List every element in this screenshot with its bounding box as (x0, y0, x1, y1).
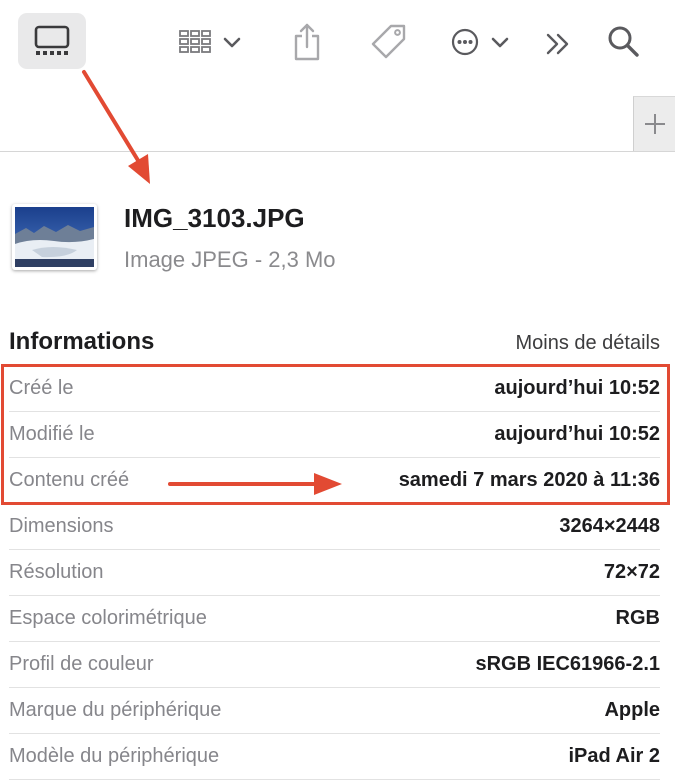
info-label: Profil de couleur (9, 653, 154, 675)
info-row-color-space: Espace colorimétrique RGB (9, 596, 660, 642)
photo-thumbnail-icon (15, 207, 94, 267)
search-button[interactable] (602, 20, 644, 62)
gallery-view-button[interactable] (18, 13, 86, 69)
share-icon (294, 23, 320, 61)
info-row-device-make: Marque du périphérique Apple (9, 688, 660, 734)
info-section-title: Informations (9, 328, 155, 355)
file-name: IMG_3103.JPG (124, 203, 305, 233)
info-value: sRGB IEC61966-2.1 (475, 653, 660, 675)
chevron-down-icon (223, 37, 241, 48)
tag-button[interactable] (366, 20, 412, 64)
info-row-resolution: Résolution 72×72 (9, 550, 660, 596)
info-label: Résolution (9, 561, 104, 583)
info-value: Apple (604, 699, 660, 721)
annotation-arrow-icon (82, 70, 150, 184)
row-divider (9, 779, 660, 780)
tag-icon (371, 24, 406, 59)
less-details-button[interactable]: Moins de détails (515, 332, 660, 355)
more-actions-button[interactable] (444, 22, 516, 62)
info-value: RGB (615, 607, 660, 629)
grid-view-icon (179, 30, 211, 53)
file-thumbnail (12, 204, 97, 270)
chevron-double-right-icon (546, 33, 569, 55)
search-icon (608, 26, 639, 57)
chevron-down-icon (491, 37, 509, 48)
info-row-device-model: Modèle du périphérique iPad Air 2 (9, 734, 660, 780)
plus-icon (645, 114, 665, 134)
info-label: Dimensions (9, 515, 114, 537)
view-options-button[interactable] (170, 22, 250, 62)
info-label: Espace colorimétrique (9, 607, 207, 629)
annotation-arrow-right-icon (168, 473, 342, 495)
info-value: 72×72 (603, 561, 660, 583)
more-toolbar-items-button[interactable] (540, 24, 576, 64)
info-value: iPad Air 2 (568, 745, 660, 767)
file-type-size: Image JPEG - 2,3 Mo (124, 247, 336, 272)
share-button[interactable] (286, 20, 328, 64)
more-icon (451, 28, 479, 56)
info-row-dimensions: Dimensions 3264×2448 (9, 504, 660, 550)
info-row-color-profile: Profil de couleur sRGB IEC61966-2.1 (9, 642, 660, 688)
new-tab-button[interactable] (633, 96, 675, 151)
info-value: 3264×2448 (559, 515, 660, 537)
gallery-view-icon (34, 25, 70, 55)
info-label: Modèle du périphérique (9, 745, 220, 767)
info-label: Marque du périphérique (9, 699, 222, 721)
